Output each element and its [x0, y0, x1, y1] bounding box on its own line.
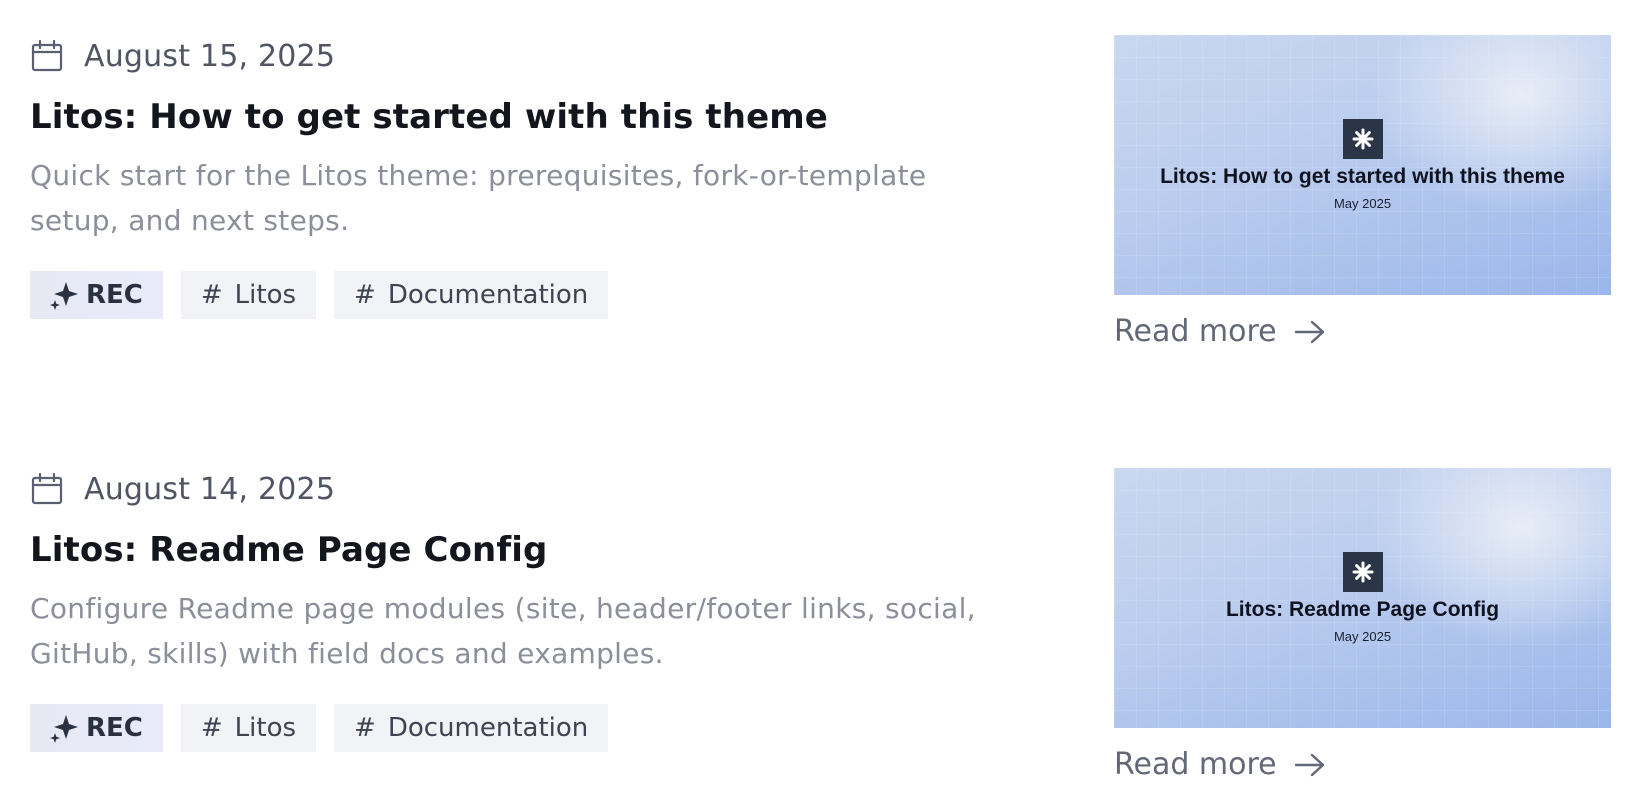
tag-litos[interactable]: # Litos	[180, 704, 317, 752]
read-more-label: Read more	[1114, 747, 1277, 782]
tag-label: Documentation	[387, 280, 589, 310]
post-date-row: August 14, 2025	[30, 471, 335, 507]
read-more-link[interactable]: Read more	[1114, 747, 1327, 782]
tag-label: Litos	[234, 713, 297, 743]
post-card: August 15, 2025 Litos: How to get starte…	[0, 0, 1641, 349]
hash-icon: #	[200, 713, 223, 743]
post-date: August 14, 2025	[84, 471, 336, 507]
post-title-link[interactable]: Litos: Readme Page Config	[30, 530, 547, 570]
tag-label: REC	[86, 280, 143, 310]
calendar-icon	[31, 39, 63, 72]
calendar-icon	[31, 472, 63, 505]
post-tags: REC # Litos # Documentation	[30, 271, 626, 319]
post-date-row: August 15, 2025	[30, 38, 335, 74]
post-card: August 14, 2025 Litos: Readme Page Confi…	[0, 433, 1641, 782]
thumbnail-date: May 2025	[1333, 629, 1392, 644]
arrow-right-icon	[1294, 320, 1324, 343]
tag-rec[interactable]: REC	[30, 271, 163, 319]
thumbnail-date: May 2025	[1333, 196, 1392, 211]
asterisk-icon	[1343, 119, 1383, 159]
post-description: Quick start for the Litos theme: prerequ…	[30, 159, 927, 237]
post-title-link[interactable]: Litos: How to get started with this them…	[30, 97, 828, 137]
tag-rec[interactable]: REC	[30, 704, 163, 752]
post-thumbnail[interactable]: Litos: Readme Page Config May 2025	[1114, 468, 1611, 728]
tag-label: REC	[86, 713, 143, 743]
post-date: August 15, 2025	[84, 38, 336, 74]
tag-label: Documentation	[387, 713, 589, 743]
hash-icon: #	[354, 280, 376, 310]
hash-icon: #	[200, 280, 223, 310]
arrow-right-icon	[1294, 753, 1324, 776]
tag-documentation[interactable]: # Documentation	[334, 271, 609, 319]
post-description: Configure Readme page modules (site, hea…	[30, 592, 976, 670]
sparkle-icon	[50, 715, 78, 743]
sparkle-icon	[50, 282, 78, 310]
hash-icon: #	[354, 713, 376, 743]
thumbnail-title: Litos: How to get started with this them…	[1160, 165, 1565, 188]
thumbnail-title: Litos: Readme Page Config	[1225, 598, 1500, 621]
tag-documentation[interactable]: # Documentation	[334, 704, 609, 752]
post-thumbnail[interactable]: Litos: How to get started with this them…	[1114, 35, 1611, 295]
tag-label: Litos	[234, 280, 297, 310]
asterisk-icon	[1343, 552, 1383, 592]
tag-litos[interactable]: # Litos	[180, 271, 317, 319]
read-more-label: Read more	[1114, 314, 1277, 349]
read-more-link[interactable]: Read more	[1114, 314, 1327, 349]
post-tags: REC # Litos # Documentation	[30, 704, 626, 752]
